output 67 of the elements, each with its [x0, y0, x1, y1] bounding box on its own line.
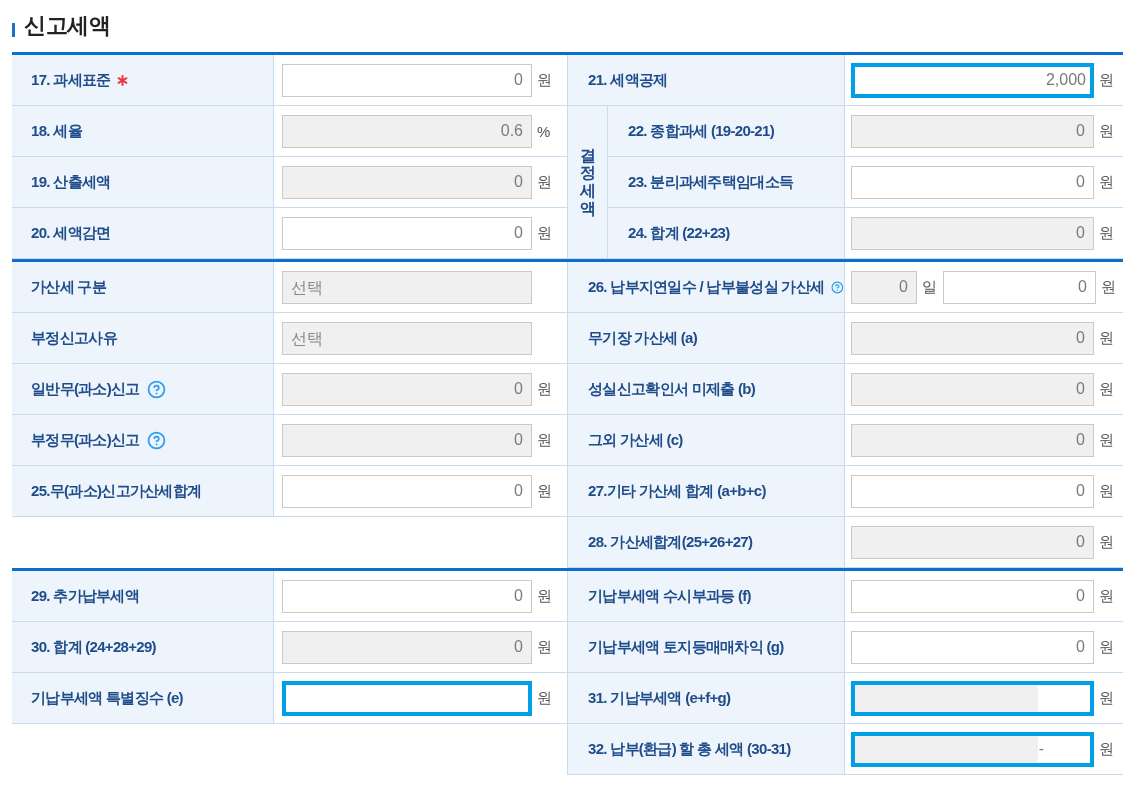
unit-label: 원	[1099, 223, 1114, 243]
field-label: 18. 세율	[31, 121, 82, 141]
field-label: 31. 기납부세액 (e+f+g)	[588, 688, 731, 708]
amount-field[interactable]: 0	[282, 474, 532, 508]
unit-label: 원	[1099, 688, 1114, 708]
unit-label: 원	[1099, 121, 1114, 141]
unit-label: 원	[537, 637, 552, 657]
amount-field[interactable]: 0	[851, 165, 1094, 199]
unit-label: 원	[1099, 637, 1114, 657]
field-label: 22. 종합과세 (19-20-21)	[628, 121, 774, 141]
unit-label: 원	[537, 379, 552, 399]
field-label: 그외 가산세 (c)	[588, 430, 683, 450]
unit-label: 원	[1099, 586, 1114, 606]
unit-label: %	[537, 122, 551, 140]
group-label: 결정세액	[579, 146, 596, 218]
field-label: 부정신고사유	[31, 328, 117, 348]
field-label: 일반무(과소)신고	[31, 379, 140, 399]
field-label: 무기장 가산세 (a)	[588, 328, 697, 348]
unit-label: 원	[537, 70, 552, 90]
field-label: 성실신고확인서 미제출 (b)	[588, 379, 755, 399]
amount-field[interactable]: 0	[282, 216, 532, 250]
unit-label: 원	[1099, 739, 1114, 759]
field-label: 가산세 구분	[31, 277, 106, 297]
help-icon[interactable]	[146, 430, 166, 450]
unit-label: 원	[537, 223, 552, 243]
unit-label: 원	[537, 586, 552, 606]
unit-label: 원	[537, 430, 552, 450]
amount-field[interactable]: 0	[851, 630, 1094, 664]
field-label: 28. 가산세합계(25+26+27)	[588, 532, 753, 552]
unit-label: 원	[537, 688, 552, 708]
amount-field[interactable]: 0	[282, 63, 532, 97]
field-label: 부정무(과소)신고	[31, 430, 140, 450]
unit-label: 원	[1099, 379, 1114, 399]
unit-label: 원	[537, 481, 552, 501]
field-label: 26. 납부지연일수 / 납부불성실 가산세	[588, 277, 825, 297]
field-label: 23. 분리과세주택임대소득	[628, 172, 794, 192]
help-icon[interactable]	[146, 379, 166, 399]
unit-label: 원	[1099, 481, 1114, 501]
field-label: 20. 세액감면	[31, 223, 111, 243]
unit-label: 원	[1099, 532, 1114, 552]
unit-label: 원	[1099, 172, 1114, 192]
field-label: 19. 산출세액	[31, 172, 111, 192]
unit-label: 일	[922, 277, 937, 297]
amount-field[interactable]	[282, 680, 532, 716]
field-label: 17. 과세표준	[31, 70, 111, 90]
field-label: 기납부세액 특별징수 (e)	[31, 688, 183, 708]
amount-field[interactable]: 0	[851, 474, 1094, 508]
field-label: 30. 합계 (24+28+29)	[31, 637, 156, 657]
amount-field[interactable]: 0	[943, 270, 1096, 304]
field-label: 25.무(과소)신고가산세합계	[31, 481, 202, 501]
unit-label: 원	[1099, 430, 1114, 450]
field-label: 24. 합계 (22+23)	[628, 223, 730, 243]
unit-label: 원	[1101, 277, 1116, 297]
amount-field[interactable]: 2,000	[851, 62, 1094, 98]
field-label: 32. 납부(환급) 할 총 세액 (30-31)	[588, 739, 791, 759]
field-label: 29. 추가납부세액	[31, 586, 140, 606]
unit-label: 원	[537, 172, 552, 192]
amount-field[interactable]: 0	[282, 579, 532, 613]
unit-label: 원	[1099, 70, 1114, 90]
field-label: 21. 세액공제	[588, 70, 668, 90]
field-label: 기납부세액 토지등매매차익 (g)	[588, 637, 784, 657]
field-label: 기납부세액 수시부과등 (f)	[588, 586, 751, 606]
field-label: 27.기타 가산세 합계 (a+b+c)	[588, 481, 766, 501]
amount-field[interactable]: 0	[851, 579, 1094, 613]
section-title: 신고세액	[24, 12, 110, 40]
unit-label: 원	[1099, 328, 1114, 348]
title-accent-icon	[12, 23, 15, 37]
